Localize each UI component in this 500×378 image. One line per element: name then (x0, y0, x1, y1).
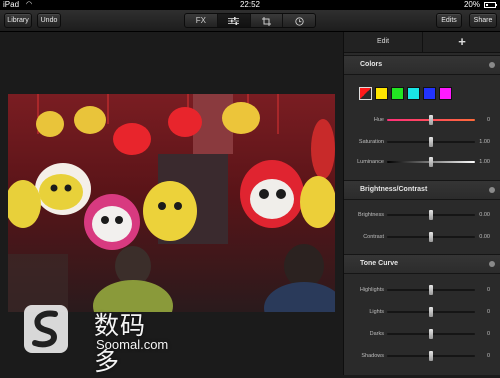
library-button[interactable]: Library (4, 13, 32, 28)
photo-canvas[interactable] (8, 94, 335, 312)
soomal-watermark: 数码多 Soomal.com (22, 303, 168, 376)
swatch-green[interactable] (391, 87, 404, 100)
brightness-label: Brightness (358, 212, 384, 218)
highlights-label: Highlights (359, 287, 384, 293)
darks-label: Darks (369, 331, 384, 337)
shadows-label: Shadows (361, 353, 384, 359)
lights-row: Lights 0 (344, 306, 500, 318)
saturation-value: 1.00 (479, 139, 490, 145)
saturation-slider-thumb[interactable] (429, 137, 433, 147)
swatch-blue[interactable] (423, 87, 436, 100)
luminance-row: Luminance 1.00 (344, 156, 500, 168)
edit-tab[interactable]: Edit (344, 32, 423, 52)
luminance-label: Luminance (357, 159, 384, 165)
clock-time: 22:52 (239, 0, 261, 9)
tone-curve-section-header[interactable]: Tone Curve (344, 254, 500, 274)
share-button[interactable]: Share (469, 13, 497, 28)
sliders-icon (228, 17, 240, 25)
section-toggle-icon[interactable] (489, 187, 495, 193)
battery-icon (484, 2, 496, 8)
swatch-cyan[interactable] (407, 87, 420, 100)
undo-button[interactable]: Undo (37, 13, 61, 28)
photo-image (8, 94, 335, 312)
status-bar: iPad ◠ 22:52 20% (0, 0, 500, 10)
tone-curve-title: Tone Curve (360, 260, 398, 267)
highlights-row: Highlights 0 (344, 284, 500, 296)
top-toolbar: Library Undo FX Edits Share (0, 10, 500, 32)
hue-value: 0 (486, 117, 490, 123)
contrast-value: 0.00 (479, 234, 490, 240)
brightness-slider-thumb[interactable] (429, 210, 433, 220)
brightness-contrast-section-header[interactable]: Brightness/Contrast (344, 180, 500, 200)
darks-row: Darks 0 (344, 328, 500, 340)
shadows-row: Shadows 0 (344, 350, 500, 362)
color-swatches (359, 87, 455, 100)
swatch-magenta[interactable] (439, 87, 452, 100)
luminance-slider-thumb[interactable] (429, 157, 433, 167)
contrast-slider-thumb[interactable] (429, 232, 433, 242)
darks-value: 0 (486, 331, 490, 337)
highlights-value: 0 (486, 287, 490, 293)
battery-tip (496, 4, 497, 6)
saturation-label: Saturation (358, 139, 384, 145)
soomal-s-icon (32, 310, 58, 348)
swatch-red[interactable] (359, 87, 372, 100)
clock-icon (294, 17, 304, 26)
lights-label: Lights (369, 309, 384, 315)
mode-segmented-control: FX (184, 13, 316, 28)
section-toggle-icon[interactable] (489, 62, 495, 68)
add-button[interactable]: + (423, 32, 500, 52)
highlights-slider-thumb[interactable] (429, 285, 433, 295)
info-tab[interactable] (283, 14, 315, 27)
hue-row: Hue 0 (344, 114, 500, 126)
watermark-url: Soomal.com (96, 337, 169, 352)
panel-tabs: Edit + (344, 32, 500, 53)
contrast-label: Contrast (363, 234, 384, 240)
crop-icon (261, 17, 271, 26)
soomal-logo (24, 305, 68, 353)
shadows-slider-thumb[interactable] (429, 351, 433, 361)
brightness-contrast-title: Brightness/Contrast (360, 186, 428, 193)
hue-label: Hue (373, 117, 384, 123)
edits-button[interactable]: Edits (436, 13, 462, 28)
colors-title: Colors (360, 61, 383, 68)
adjustments-panel: Edit + Colors Hue 0 Saturation 1.00 Lumi… (343, 32, 500, 375)
lights-value: 0 (486, 309, 490, 315)
adjust-tab[interactable] (217, 14, 251, 27)
luminance-value: 1.00 (479, 159, 490, 165)
fx-tab[interactable]: FX (185, 14, 218, 27)
swatch-yellow[interactable] (375, 87, 388, 100)
lights-slider-thumb[interactable] (429, 307, 433, 317)
colors-section-header[interactable]: Colors (344, 55, 500, 75)
brightness-value: 0.00 (479, 212, 490, 218)
hue-slider-thumb[interactable] (429, 115, 433, 125)
shadows-value: 0 (486, 353, 490, 359)
darks-slider-thumb[interactable] (429, 329, 433, 339)
crop-tab[interactable] (251, 14, 284, 27)
brightness-row: Brightness 0.00 (344, 209, 500, 221)
saturation-row: Saturation 1.00 (344, 136, 500, 148)
contrast-row: Contrast 0.00 (344, 231, 500, 243)
section-toggle-icon[interactable] (489, 261, 495, 267)
battery-percent: 20% (463, 0, 480, 9)
